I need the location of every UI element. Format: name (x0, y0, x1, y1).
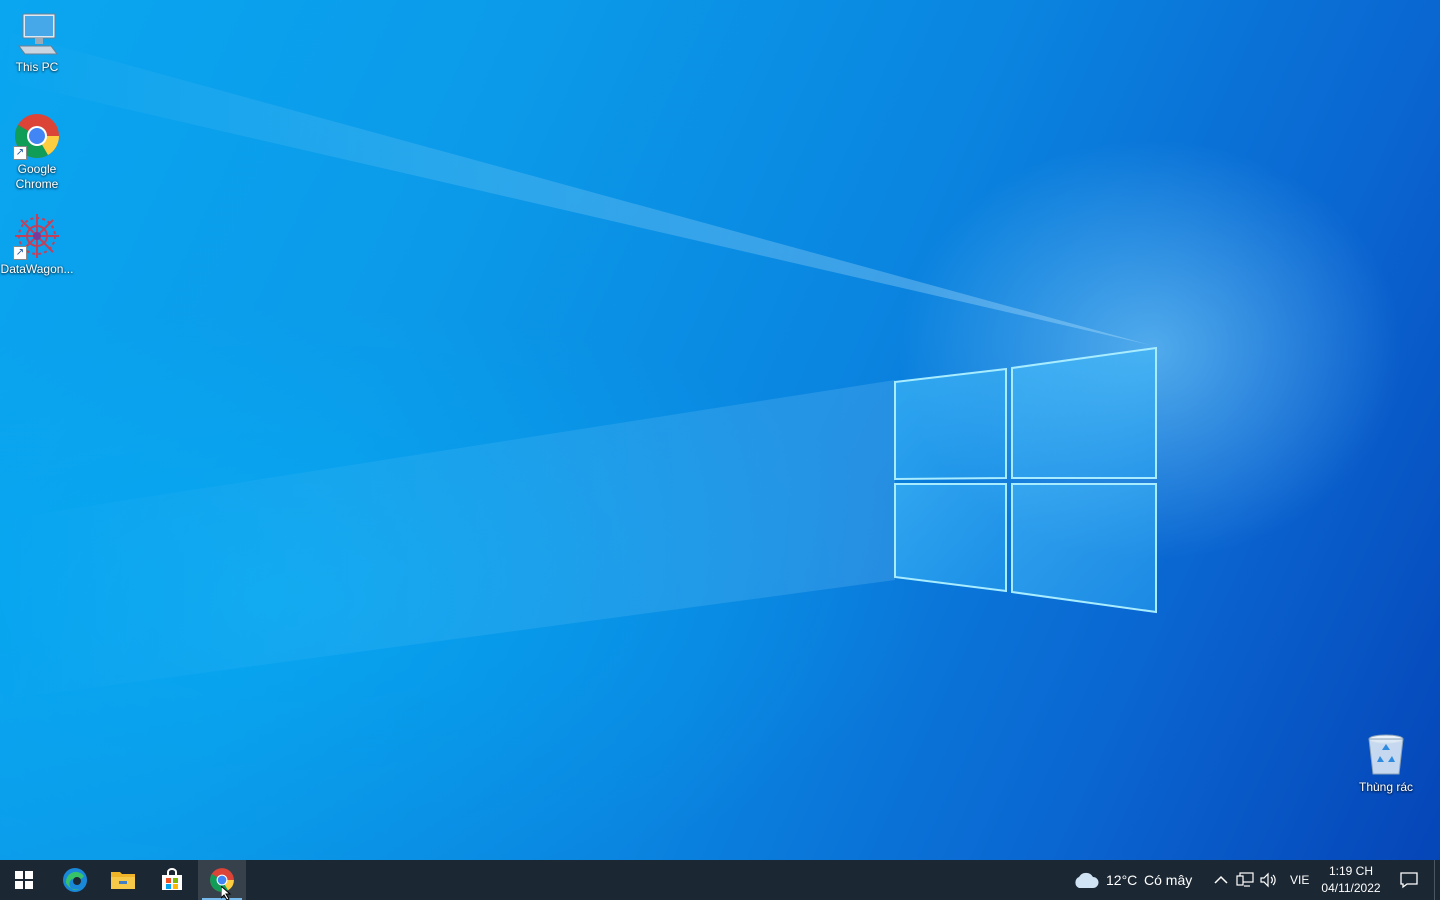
shortcut-arrow-icon: ↗ (13, 246, 27, 260)
action-center-icon (1400, 872, 1418, 889)
windows-logo-wallpaper (894, 346, 1157, 614)
network-icon (1236, 872, 1254, 887)
mouse-cursor-icon (221, 886, 232, 900)
show-hidden-icons-button[interactable] (1210, 860, 1232, 900)
chrome-icon: ↗ (13, 112, 61, 160)
action-center-button[interactable] (1394, 860, 1424, 900)
windows-start-icon (15, 871, 33, 889)
cloud-icon (1075, 872, 1099, 888)
weather-temperature: 12°C (1106, 872, 1138, 888)
clock-time: 1:19 CH (1328, 864, 1374, 878)
volume-icon (1260, 872, 1276, 888)
store-icon (162, 868, 182, 890)
taskbar-app-file-explorer[interactable] (99, 860, 147, 900)
show-desktop-button[interactable] (1434, 860, 1440, 900)
desktop-icon-google-chrome[interactable]: ↗ Google Chrome (0, 112, 74, 192)
weather-widget[interactable]: 12°C Có mây (1068, 860, 1198, 900)
taskbar: 12°C Có mây VIE 1:19 CH 04/11/2022 (0, 860, 1440, 900)
folder-icon (111, 872, 135, 889)
desktop-icon-datawagon[interactable]: ↗ DataWagon... (0, 212, 74, 277)
desktop-icon-label: Google Chrome (15, 162, 59, 191)
desktop-icon-label: Thùng rác (1358, 780, 1414, 794)
shortcut-arrow-icon: ↗ (13, 146, 27, 160)
desktop[interactable]: This PC ↗ Google Chrome ↗ DataWagon... T… (0, 0, 1440, 860)
edge-icon (63, 868, 87, 892)
taskbar-app-microsoft-store[interactable] (148, 860, 196, 900)
desktop-icon-label: This PC (15, 60, 59, 74)
taskbar-app-edge[interactable] (51, 860, 99, 900)
datawagon-icon: ↗ (13, 212, 61, 260)
input-language-indicator[interactable]: VIE (1290, 873, 1309, 887)
wallpaper-light-beams (0, 30, 1150, 700)
volume-button[interactable] (1258, 860, 1280, 900)
weather-condition: Có mây (1144, 872, 1193, 888)
clock-date: 04/11/2022 (1321, 881, 1381, 895)
network-button[interactable] (1234, 860, 1256, 900)
start-button[interactable] (0, 860, 48, 900)
desktop-icon-this-pc[interactable]: This PC (0, 10, 74, 75)
this-pc-icon (13, 10, 61, 58)
desktop-icon-label: DataWagon... (0, 262, 74, 276)
desktop-icon-recycle-bin[interactable]: Thùng rác (1349, 730, 1423, 795)
recycle-bin-icon (1362, 730, 1410, 778)
chevron-up-icon (1214, 875, 1228, 884)
clock-button[interactable]: 1:19 CH 04/11/2022 (1316, 860, 1388, 900)
